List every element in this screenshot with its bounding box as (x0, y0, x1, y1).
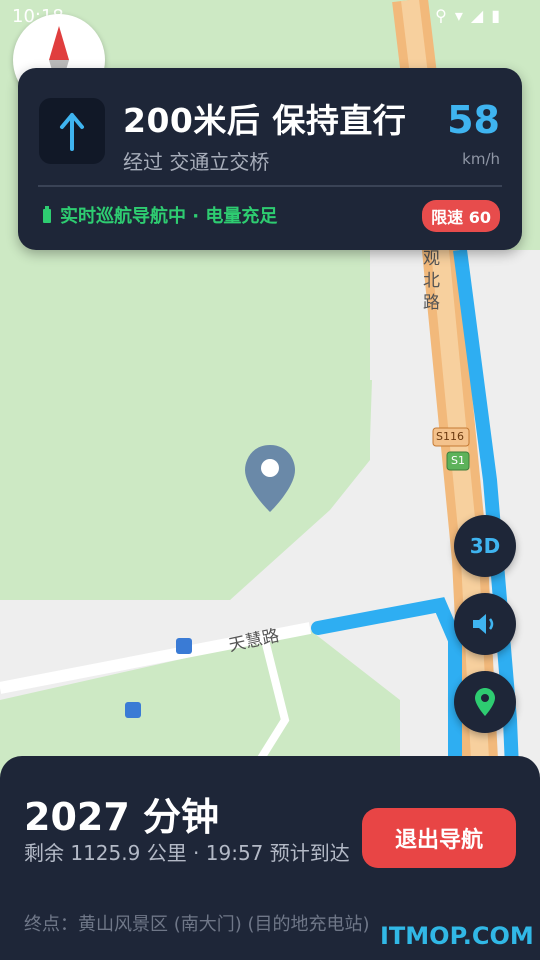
locate-button[interactable] (454, 671, 516, 733)
divider (38, 185, 502, 187)
3d-mode-button[interactable]: 3D (454, 515, 516, 577)
navigation-card: 200米后 保持直行 经过 交通立交桥 58 km/h 实时巡航导航中 · 电量… (18, 68, 522, 250)
speaker-icon (473, 614, 494, 634)
cruise-status-text: 实时巡航导航中 · 电量充足 (60, 206, 278, 227)
straight-arrow-icon (60, 113, 84, 151)
signal-icon: ◢ (470, 6, 484, 25)
battery-charging-icon (43, 206, 51, 223)
volume-button[interactable] (454, 593, 516, 655)
status-icons: ⚲ ▾ ◢ ▮ (435, 6, 500, 25)
bus-stop-icon (176, 638, 192, 654)
current-speed: 58 (447, 98, 500, 142)
road-label-vertical: 观北路 (423, 249, 440, 313)
speed-unit: km/h (462, 150, 500, 168)
speed-limit-badge: 限速 60 (422, 200, 500, 232)
map-marker-icon (475, 688, 495, 716)
trip-destination: 终点：黄山风景区 (南大门) (目的地充电站) (24, 914, 370, 935)
cruise-status: 实时巡航导航中 · 电量充足 (42, 202, 277, 228)
turn-indicator (39, 98, 105, 164)
location-status-icon: ⚲ (435, 6, 447, 25)
highway-shield-s116: S116 (436, 430, 464, 443)
highway-shield-s1: S1 (451, 454, 465, 467)
nav-via: 经过 交通立交桥 (123, 150, 270, 174)
3d-mode-label: 3D (469, 534, 501, 558)
trip-duration: 2027 分钟 (24, 795, 219, 839)
wifi-icon: ▾ (454, 6, 463, 25)
bus-stop-icon (125, 702, 141, 718)
battery-icon: ▮ (491, 6, 500, 25)
watermark: ITMOP.COM (380, 922, 534, 950)
nav-instruction: 200米后 保持直行 (123, 101, 407, 140)
trip-remaining: 剩余 1125.9 公里 · 19:57 预计到达 (24, 841, 350, 865)
exit-navigation-button[interactable]: 退出导航 (362, 808, 516, 868)
